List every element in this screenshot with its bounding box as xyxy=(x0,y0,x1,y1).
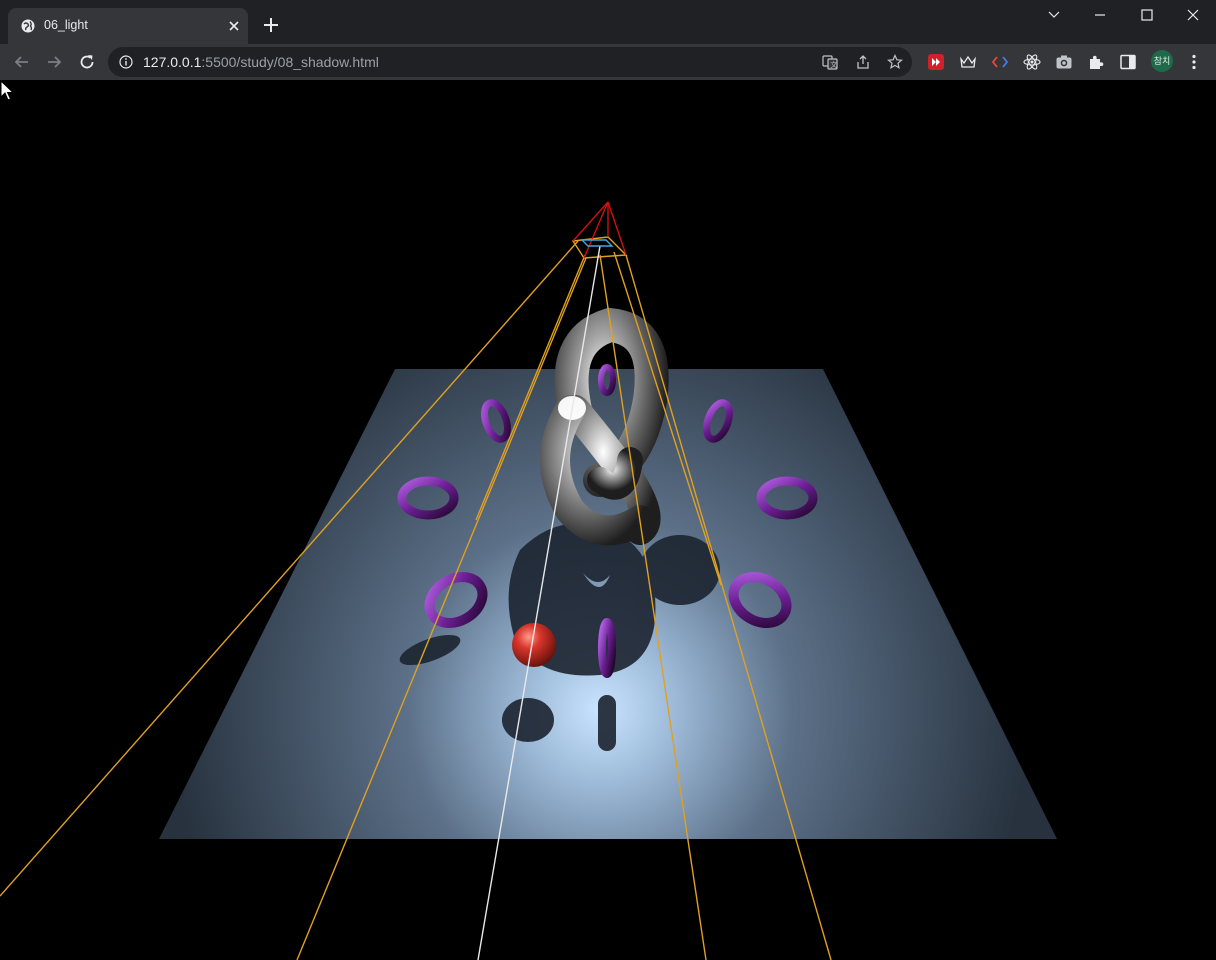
share-icon[interactable] xyxy=(855,54,871,70)
tab-strip: 06_light xyxy=(0,0,1216,44)
translate-icon[interactable]: 文 xyxy=(822,54,838,70)
maximize-button[interactable] xyxy=(1124,0,1170,30)
url-text[interactable]: 127.0.0.1:5500/study/08_shadow.html xyxy=(143,54,379,70)
more-vert-icon[interactable] xyxy=(1185,53,1203,71)
info-icon[interactable] xyxy=(119,55,133,69)
chevron-down-icon xyxy=(1048,11,1060,18)
side-panel-icon[interactable] xyxy=(1119,53,1137,71)
globe-icon xyxy=(21,19,35,33)
minimize-button[interactable] xyxy=(1077,0,1123,30)
new-tab-icon[interactable] xyxy=(262,16,280,34)
url-host: 127.0.0.1 xyxy=(143,54,202,70)
mouse-cursor-icon xyxy=(0,80,14,101)
svg-text:文: 文 xyxy=(830,60,837,69)
webgl-canvas[interactable] xyxy=(0,80,1216,960)
camera-near-plane xyxy=(580,239,614,247)
three-scene xyxy=(0,201,1057,960)
ext-red-icon[interactable] xyxy=(927,53,945,71)
ext-crown-icon[interactable] xyxy=(959,53,977,71)
minimize-icon xyxy=(1095,14,1105,16)
puzzle-icon[interactable] xyxy=(1087,53,1105,71)
toolbar: 127.0.0.1:5500/study/08_shadow.html 文 참치 xyxy=(0,44,1216,80)
back-icon[interactable] xyxy=(12,52,32,72)
maximize-icon xyxy=(1141,9,1153,21)
ext-code-icon[interactable] xyxy=(991,53,1009,71)
camera-icon[interactable] xyxy=(1055,53,1073,71)
tab-search-button[interactable] xyxy=(1031,0,1077,30)
close-tab-icon[interactable] xyxy=(226,18,242,34)
profile-avatar[interactable]: 참치 xyxy=(1151,50,1173,72)
address-bar[interactable]: 127.0.0.1:5500/study/08_shadow.html 文 xyxy=(108,47,912,77)
react-devtools-icon[interactable] xyxy=(1023,53,1041,71)
forward-icon[interactable] xyxy=(44,52,64,72)
tab-title: 06_light xyxy=(44,18,88,32)
bookmark-star-icon[interactable] xyxy=(887,54,903,70)
close-icon xyxy=(1187,9,1199,21)
url-path: :5500/study/08_shadow.html xyxy=(201,54,379,70)
tab-active[interactable]: 06_light xyxy=(8,8,248,44)
reload-icon[interactable] xyxy=(77,52,97,72)
close-window-button[interactable] xyxy=(1170,0,1216,30)
